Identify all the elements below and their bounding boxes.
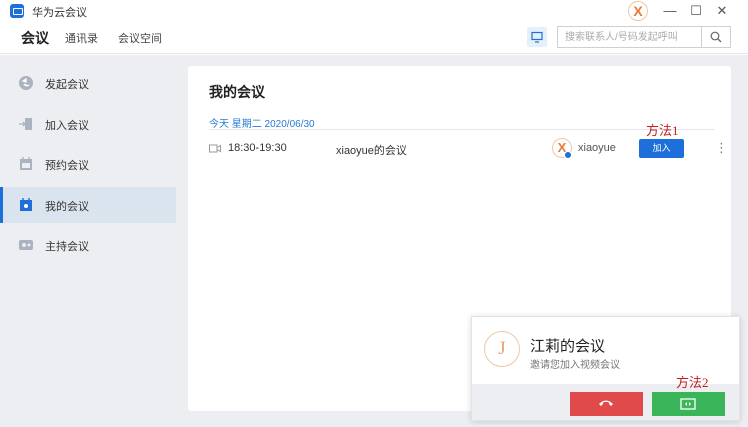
start-meeting-icon [19, 76, 33, 90]
host-meeting-icon [19, 240, 33, 250]
screen-share-button[interactable] [527, 27, 547, 47]
host-name: xiaoyue [578, 142, 616, 154]
sidebar-item-host-meeting[interactable]: 主持会议 [0, 227, 176, 263]
annotation-method1: 方法1 [646, 123, 679, 138]
tab-meetings[interactable]: 会议 [21, 28, 49, 48]
meeting-row[interactable]: 18:30-19:30 xiaoyue的会议 X xiaoyue 加入 ⋮ [209, 132, 728, 166]
decline-call-button[interactable] [570, 392, 643, 416]
sidebar-item-join-meeting[interactable]: 加入会议 [0, 106, 176, 142]
tab-meeting-space[interactable]: 会议空间 [118, 30, 162, 46]
sidebar-item-label: 主持会议 [45, 241, 89, 253]
sidebar-item-label: 预约会议 [45, 160, 89, 172]
sidebar-item-label: 我的会议 [45, 201, 89, 213]
close-button[interactable]: ✕ [712, 2, 732, 20]
maximize-button[interactable]: ☐ [686, 2, 706, 20]
app-title: 华为云会议 [32, 7, 87, 19]
sidebar-item-schedule-meeting[interactable]: 预约会议 [0, 146, 176, 182]
page-title: 我的会议 [209, 84, 265, 100]
video-accept-icon [680, 398, 696, 410]
calendar-icon [20, 157, 32, 170]
divider [209, 129, 715, 130]
video-camera-icon [209, 144, 221, 153]
caller-avatar: J [484, 331, 520, 367]
join-button[interactable]: 加入 [639, 139, 684, 158]
call-description: 邀请您加入视频会议 [530, 360, 620, 371]
meeting-time: 18:30-19:30 [228, 142, 287, 154]
tab-contacts[interactable]: 通讯录 [65, 30, 98, 46]
more-options-icon[interactable]: ⋮ [715, 138, 728, 158]
hang-up-icon [599, 400, 613, 406]
top-nav: 会议 通讯录 会议空间 [0, 22, 748, 54]
title-bar: 华为云会议 X — ☐ ✕ [0, 0, 748, 22]
sidebar: 发起会议 加入会议 预约会议 我的会议 主持会议 [0, 55, 176, 427]
call-title: 江莉的会议 [530, 338, 606, 355]
sidebar-item-label: 加入会议 [45, 120, 89, 132]
annotation-method2: 方法2 [676, 375, 709, 390]
my-meetings-icon [20, 198, 32, 211]
host-badge-icon [564, 151, 572, 159]
user-avatar[interactable]: X [628, 1, 648, 21]
monitor-icon [531, 31, 543, 43]
minimize-button[interactable]: — [660, 2, 680, 20]
date-label: 今天 星期二 2020/06/30 [209, 119, 315, 130]
search-icon[interactable] [701, 27, 730, 47]
app-logo-icon [10, 4, 24, 18]
sidebar-item-my-meetings[interactable]: 我的会议 [0, 187, 176, 223]
meeting-subject: xiaoyue的会议 [336, 145, 407, 157]
search-input[interactable] [558, 27, 701, 47]
join-meeting-icon [19, 118, 32, 130]
sidebar-item-start-meeting[interactable]: 发起会议 [0, 65, 176, 101]
sidebar-item-label: 发起会议 [45, 79, 89, 91]
incoming-call-popup: J 江莉的会议 邀请您加入视频会议 [471, 316, 740, 421]
accept-video-button[interactable] [652, 392, 725, 416]
search-box [557, 26, 731, 48]
